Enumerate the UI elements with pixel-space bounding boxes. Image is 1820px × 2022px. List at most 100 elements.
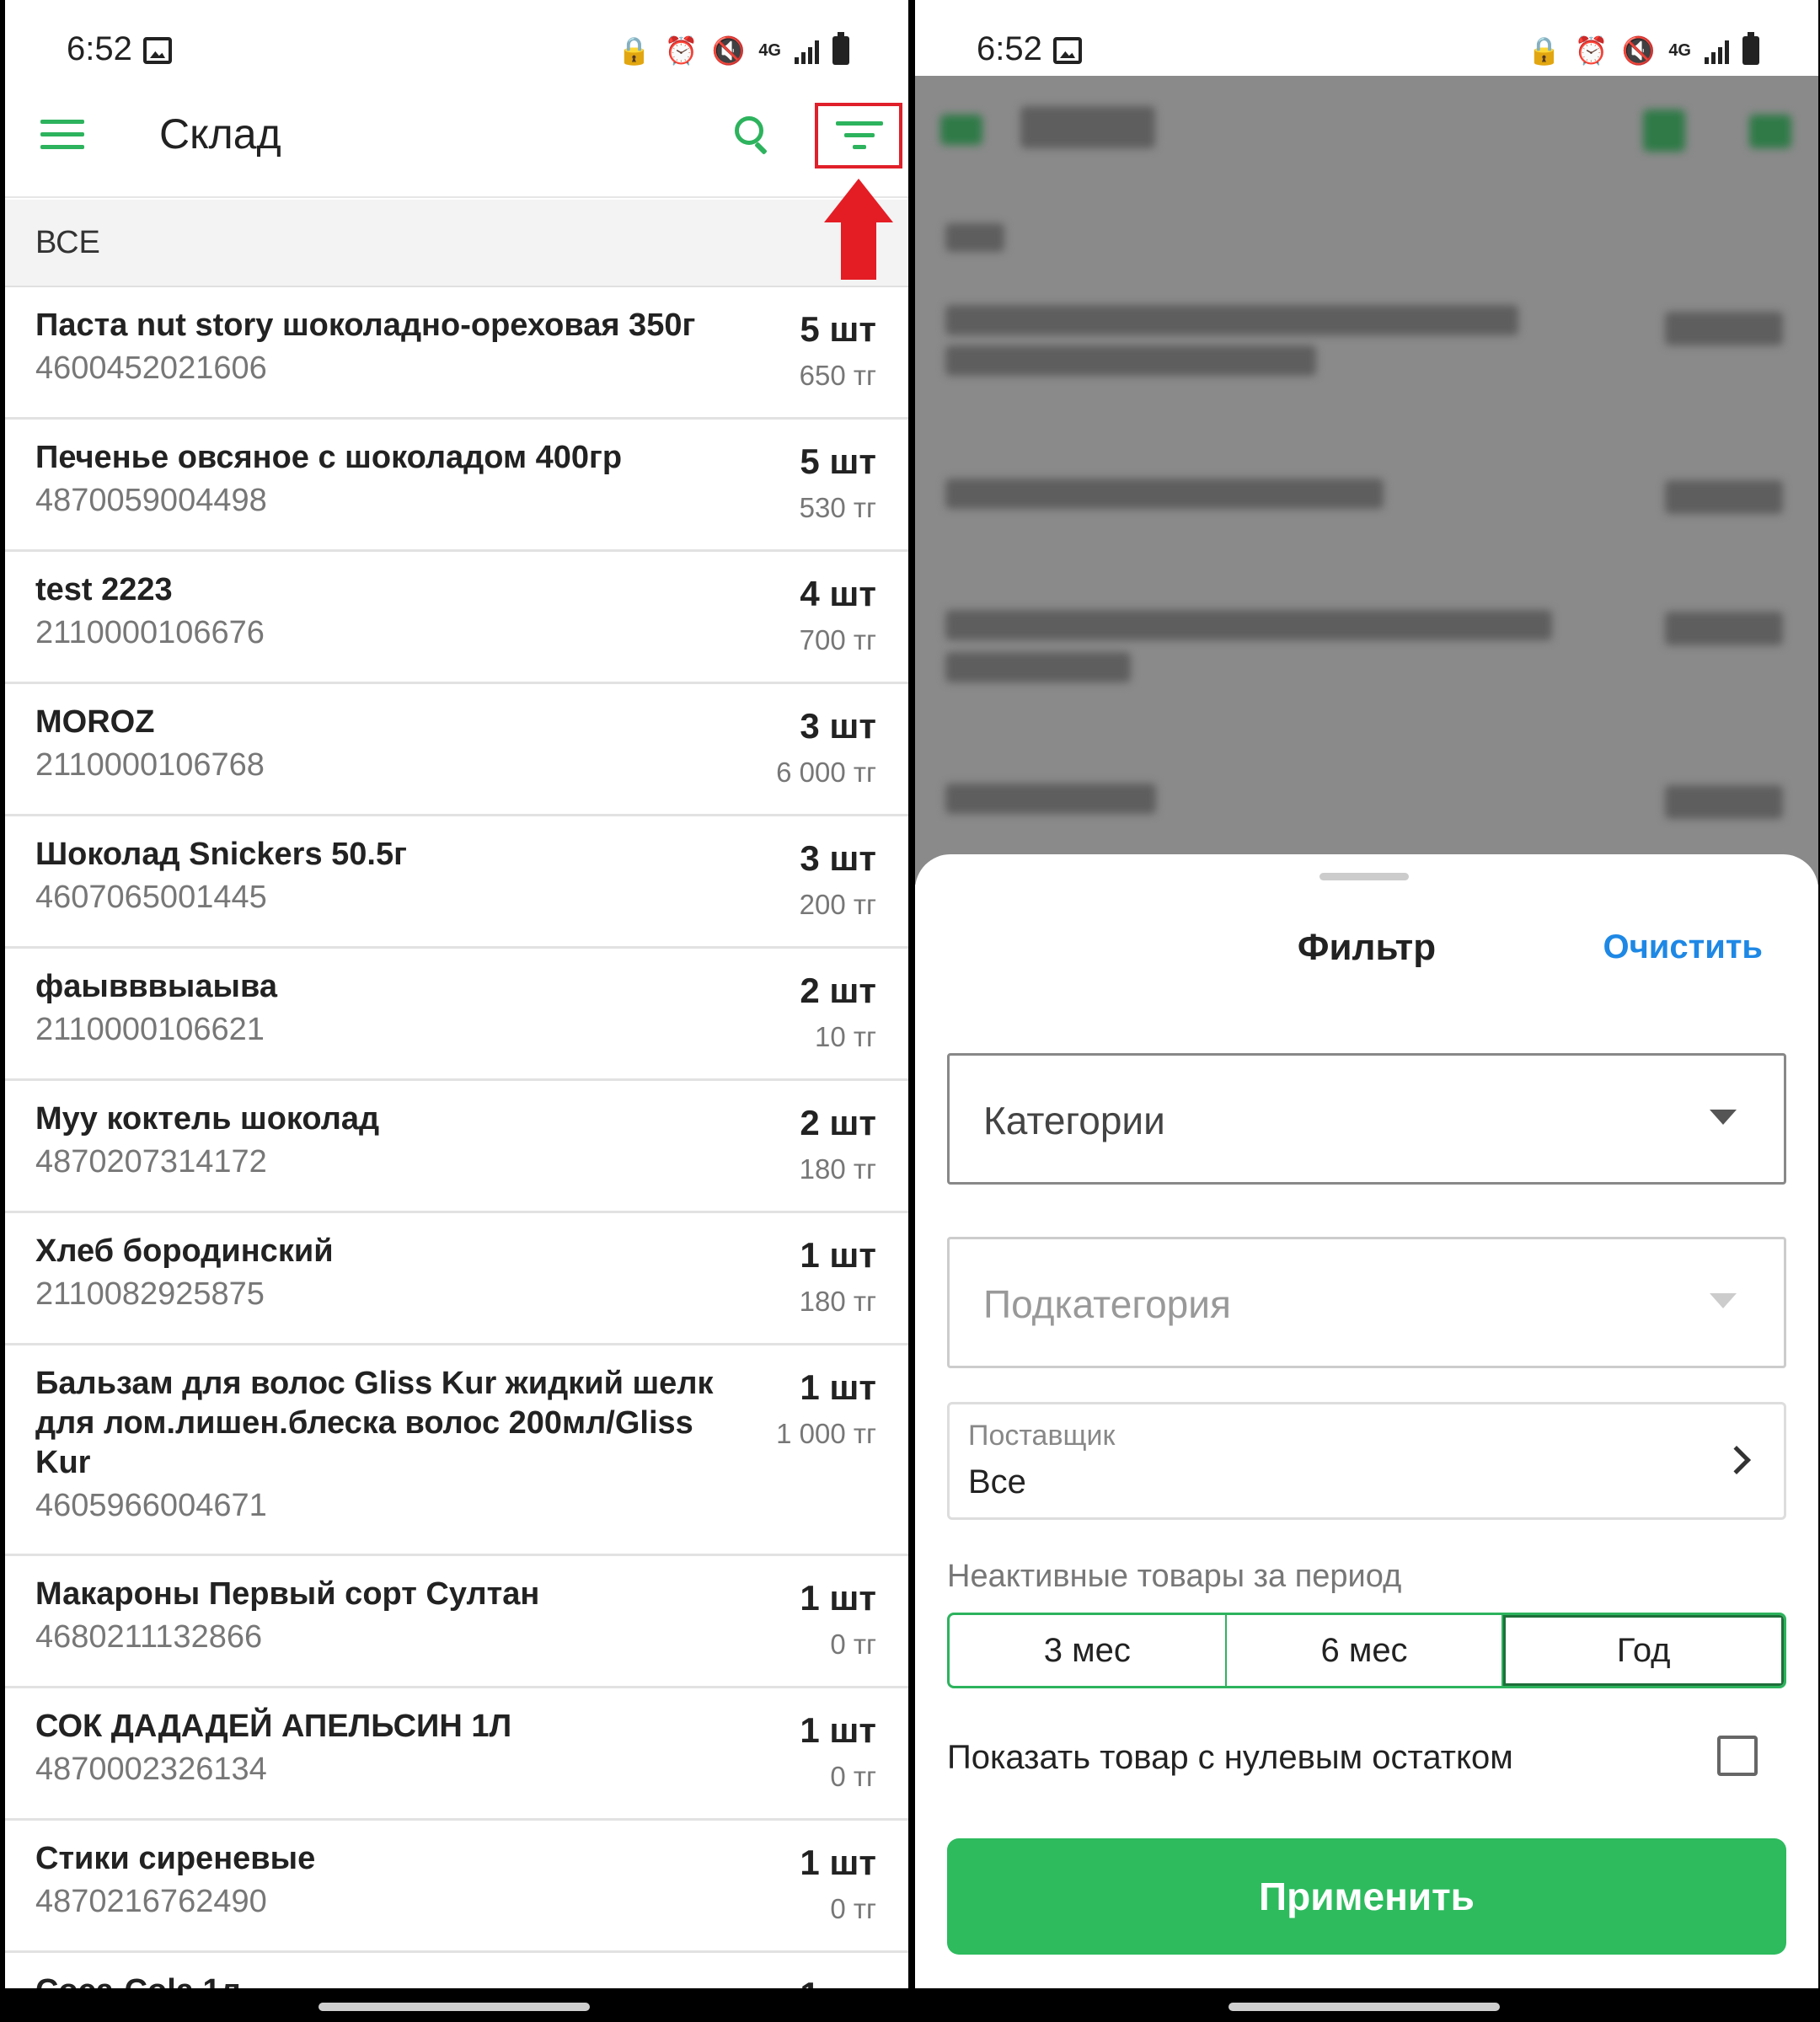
- product-barcode: 2110000106621: [35, 1012, 265, 1047]
- alarm-icon: ⏰: [1574, 35, 1609, 66]
- supplier-label: Поставщик: [968, 1420, 1116, 1452]
- product-quantity: 4 шт: [800, 574, 876, 613]
- product-row[interactable]: Шоколад Snickers 50.5г 4607065001445 3 шт 2…: [5, 816, 908, 949]
- product-row[interactable]: фаывввыаыва 2110000106621 2 шт 10 тг: [5, 949, 908, 1081]
- product-quantity: 2 шт: [800, 1103, 876, 1142]
- product-name: фаывввыаыва: [35, 969, 277, 1004]
- category-selector[interactable]: ВСЕ: [5, 200, 908, 287]
- category-dropdown-label: Категории: [983, 1099, 1165, 1142]
- period-option[interactable]: 6 мес: [1227, 1615, 1504, 1686]
- status-icons: 🔒 ⏰ 🔇 4G: [1527, 32, 1759, 67]
- product-quantity: 1 шт: [800, 1235, 876, 1275]
- gesture-nav-bar[interactable]: [1228, 2003, 1500, 2011]
- status-bar: 6:52 🔒 ⏰ 🔇 4G: [915, 0, 1818, 76]
- product-price: 0 тг: [830, 1893, 876, 1924]
- gesture-nav-bar[interactable]: [318, 2003, 590, 2011]
- product-name: Печенье овсяное с шоколадом 400гр: [35, 440, 623, 475]
- lock-icon: 🔒: [1527, 35, 1561, 66]
- status-bar: 6:52 🔒 ⏰ 🔇 4G: [5, 0, 908, 76]
- gallery-notification-icon: [143, 37, 172, 64]
- product-price: 1 000 тг: [776, 1418, 876, 1449]
- network-type-icon: 4G: [758, 41, 781, 60]
- inactive-period-selector: 3 мес 6 мес Год: [947, 1613, 1786, 1688]
- product-price: 180 тг: [799, 1153, 876, 1185]
- product-name: СОК ДАДАДЕЙ АПЕЛЬСИН 1Л: [35, 1709, 512, 1744]
- filter-bottom-sheet: Фильтр Очистить Категории Подкатегория П…: [915, 854, 1818, 1988]
- subcategory-dropdown[interactable]: Подкатегория: [947, 1237, 1786, 1368]
- product-price: 700 тг: [799, 624, 876, 655]
- status-icons: 🔒 ⏰ 🔇 4G: [617, 32, 849, 67]
- product-row[interactable]: Стики сиреневые 4870216762490 1 шт 0 тг: [5, 1821, 908, 1953]
- inactive-period-label: Неактивные товары за период: [947, 1559, 1402, 1594]
- product-quantity: 1 шт: [800, 1367, 876, 1407]
- network-type-icon: 4G: [1668, 41, 1691, 60]
- product-name: Coca-Cola 1л: [35, 1971, 743, 1988]
- search-icon[interactable]: [733, 115, 772, 155]
- sheet-grab-handle[interactable]: [1320, 873, 1409, 880]
- period-option[interactable]: Год: [1503, 1615, 1784, 1686]
- category-dropdown[interactable]: Категории: [947, 1053, 1786, 1185]
- battery-icon: [832, 32, 849, 65]
- product-price: 0 тг: [830, 1629, 876, 1660]
- menu-icon[interactable]: [40, 120, 84, 150]
- product-quantity: 3 шт: [800, 838, 876, 878]
- dimmed-background[interactable]: [915, 76, 1818, 885]
- app-bar: Склад: [5, 76, 908, 198]
- supplier-selector[interactable]: Поставщик Все: [947, 1402, 1786, 1520]
- chevron-right-icon: [1722, 1446, 1751, 1474]
- red-arrow-annotation: [824, 179, 893, 280]
- product-name: Шоколад Snickers 50.5г: [35, 837, 407, 872]
- product-quantity: 2 шт: [800, 971, 876, 1010]
- product-row[interactable]: Муу коктель шоколад 4870207314172 2 шт 180 …: [5, 1081, 908, 1213]
- product-name: Хлеб бородинский: [35, 1233, 334, 1269]
- product-row[interactable]: MOROZ 2110000106768 3 шт 6 000 тг: [5, 684, 908, 816]
- product-row[interactable]: СОК ДАДАДЕЙ АПЕЛЬСИН 1Л 4870002326134 1 шт…: [5, 1688, 908, 1821]
- product-price: 530 тг: [799, 492, 876, 523]
- product-price: 180 тг: [799, 1286, 876, 1317]
- battery-icon: [1742, 32, 1759, 65]
- product-row[interactable]: Макароны Первый сорт Султан 4680211132866…: [5, 1556, 908, 1688]
- zero-stock-checkbox[interactable]: [1717, 1736, 1758, 1776]
- warehouse-screen: 6:52 🔒 ⏰ 🔇 4G Склад ВСЕ Паста nut story …: [5, 0, 908, 1988]
- product-name: Паста nut story шоколадно-ореховая 350г: [35, 308, 696, 343]
- product-row[interactable]: Паста nut story шоколадно-ореховая 350г 4…: [5, 287, 908, 420]
- filter-icon[interactable]: [836, 121, 883, 152]
- supplier-value: Все: [968, 1463, 1026, 1500]
- product-quantity: 3 шт: [800, 706, 876, 746]
- category-label: ВСЕ: [35, 225, 100, 260]
- product-quantity: 1 шт: [800, 1578, 876, 1618]
- product-barcode: 4600452021606: [35, 350, 267, 386]
- product-quantity: 1 шт: [800, 1975, 876, 1988]
- clear-button[interactable]: Очистить: [1603, 928, 1763, 966]
- product-row[interactable]: Хлеб бородинский 2110082925875 1 шт 180 тг: [5, 1213, 908, 1345]
- product-barcode: 4870207314172: [35, 1144, 267, 1180]
- product-price: 200 тг: [799, 889, 876, 920]
- product-barcode: 4870059004498: [35, 483, 267, 518]
- dropdown-arrow-icon: [1710, 1293, 1737, 1308]
- lock-icon: 🔒: [617, 35, 651, 66]
- product-barcode: 2110000106676: [35, 615, 265, 650]
- product-quantity: 1 шт: [800, 1710, 876, 1750]
- product-row[interactable]: Бальзам для волос Gliss Kur жидкий шелк …: [5, 1345, 908, 1556]
- product-row[interactable]: Печенье овсяное с шоколадом 400гр 4870059…: [5, 420, 908, 552]
- status-time: 6:52: [67, 30, 132, 67]
- apply-button[interactable]: Применить: [947, 1838, 1786, 1955]
- filter-screen: 6:52 🔒 ⏰ 🔇 4G Фильтр Очистить Категории …: [915, 0, 1818, 1988]
- product-row[interactable]: test 2223 2110000106676 4 шт 700 тг: [5, 552, 908, 684]
- product-name: MOROZ: [35, 704, 155, 740]
- product-barcode: 4870002326134: [35, 1752, 267, 1787]
- period-option[interactable]: 3 мес: [950, 1615, 1227, 1686]
- product-barcode: 2110000106768: [35, 747, 265, 783]
- product-quantity: 1 шт: [800, 1843, 876, 1882]
- product-name: Бальзам для волос Gliss Kur жидкий шелк …: [35, 1366, 714, 1480]
- dropdown-arrow-icon: [1710, 1110, 1737, 1125]
- product-name: Муу коктель шоколад: [35, 1101, 380, 1137]
- subcategory-dropdown-label: Подкатегория: [983, 1282, 1231, 1326]
- mute-icon: 🔇: [711, 35, 746, 66]
- product-price: 0 тг: [830, 1761, 876, 1792]
- product-row[interactable]: Coca-Cola 1л 1 шт: [5, 1953, 908, 1988]
- status-time: 6:52: [977, 30, 1042, 67]
- mute-icon: 🔇: [1621, 35, 1656, 66]
- product-barcode: 4870216762490: [35, 1884, 267, 1919]
- product-barcode: 4680211132866: [35, 1619, 263, 1655]
